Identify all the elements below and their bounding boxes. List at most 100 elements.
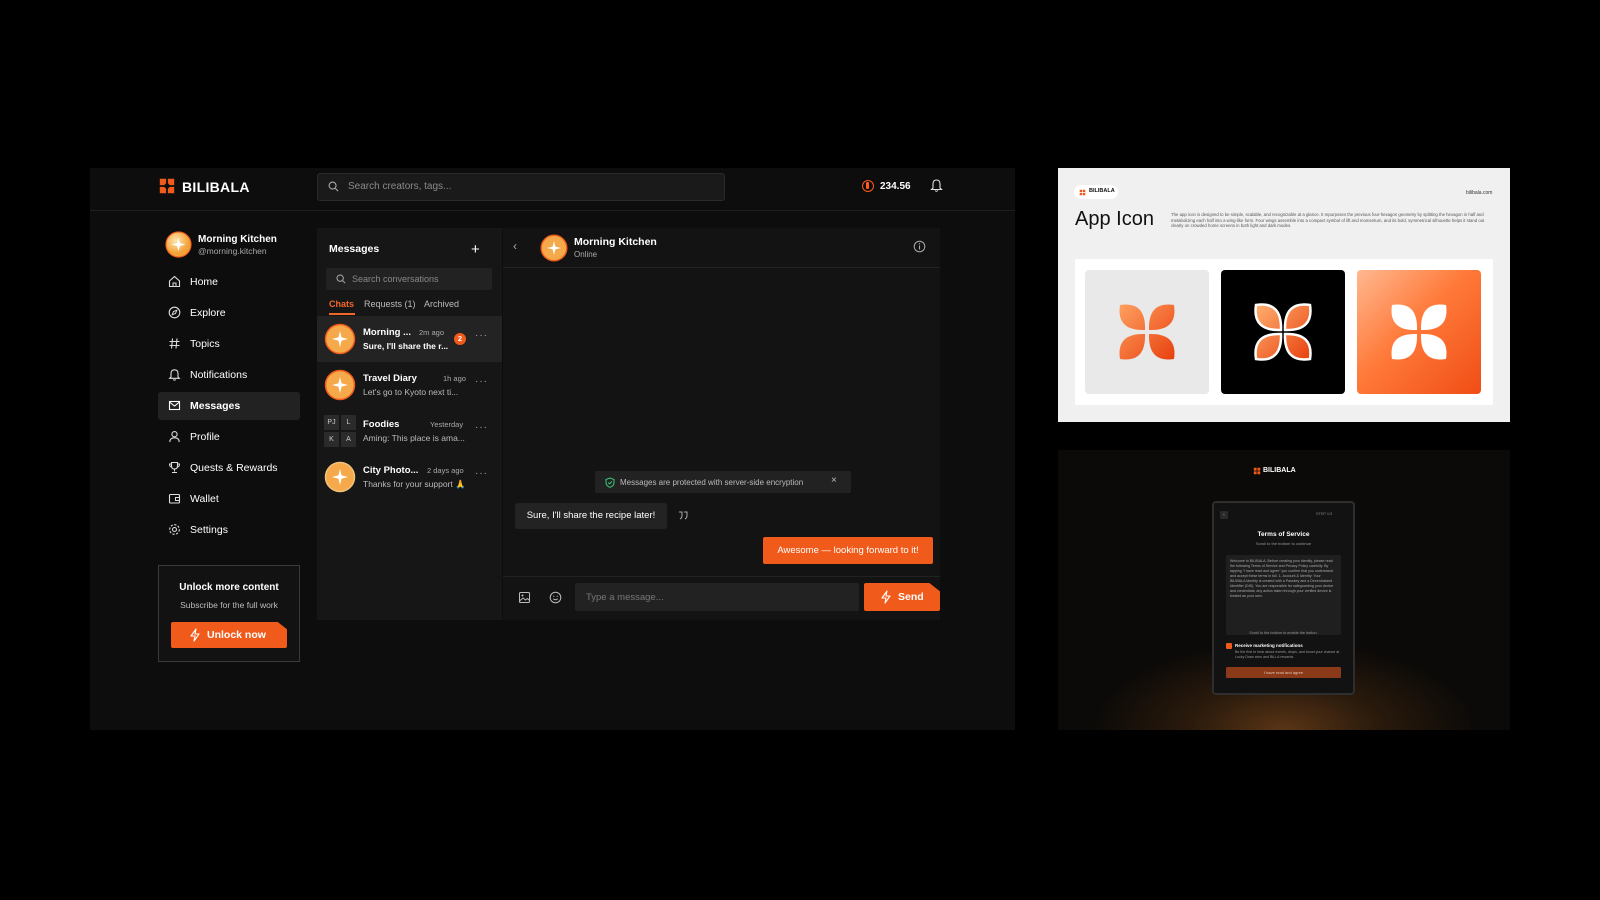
messages-title: Messages — [329, 243, 380, 255]
lightning-icon — [190, 628, 200, 642]
unlock-title: Unlock more content — [179, 582, 279, 593]
nav-home[interactable]: Home — [158, 268, 300, 296]
nav-profile[interactable]: Profile — [158, 423, 300, 451]
more-options-icon[interactable]: ··· — [475, 468, 488, 479]
terms-subtitle: Scroll to the bottom to continue — [1255, 541, 1312, 546]
top-bar: BILIBALA Search creators, tags... 234.56 — [90, 168, 1015, 211]
terms-title: Terms of Service — [1257, 531, 1310, 538]
message-input[interactable] — [575, 583, 859, 611]
agree-button[interactable]: I have read and agree — [1226, 667, 1341, 678]
search-icon — [328, 181, 339, 192]
tab-archived[interactable]: Archived — [424, 299, 459, 309]
unlock-subtitle: Subscribe for the full work — [180, 600, 278, 610]
nav-label: Wallet — [190, 493, 219, 505]
mail-icon — [168, 400, 181, 411]
compass-icon — [168, 306, 181, 319]
brand-name[interactable]: BILIBALA — [182, 179, 250, 195]
bell-icon — [168, 369, 181, 381]
conversation-preview: Sure, I'll share the r... — [363, 341, 449, 351]
close-icon[interactable]: × — [831, 475, 837, 486]
conversation-preview: Thanks for your support 🙏 — [363, 479, 466, 489]
send-label: Send — [898, 591, 924, 603]
conversation-item[interactable]: Morning ... 2m ago Sure, I'll share the … — [317, 316, 502, 362]
icon-panel-brand: BILIBALA — [1089, 188, 1115, 194]
tab-chats[interactable]: Chats — [329, 299, 354, 309]
shield-icon — [605, 477, 615, 488]
unread-badge: 2 — [454, 333, 466, 345]
active-tab-indicator — [329, 313, 355, 315]
unlock-card: Unlock more content Subscribe for the fu… — [158, 565, 300, 662]
nav-label: Topics — [190, 338, 220, 350]
notifications-bell-icon[interactable] — [930, 178, 943, 192]
chat-contact-name: Morning Kitchen — [574, 236, 657, 248]
gear-icon — [169, 524, 180, 535]
coin-balance[interactable]: 234.56 — [880, 181, 911, 192]
conversation-search-placeholder: Search conversations — [352, 274, 439, 284]
icon-tile-light — [1085, 270, 1209, 394]
phone-screen: ‹ STEP 1/3 Terms of Service Scroll to th… — [1212, 501, 1355, 695]
chat-pane: ‹ Morning Kitchen Online Messages are pr… — [503, 228, 940, 620]
nav-explore[interactable]: Explore — [158, 299, 300, 327]
brand-logo-icon — [159, 178, 175, 194]
chevron-left-icon[interactable]: ‹ — [513, 239, 517, 253]
nav-wallet[interactable]: Wallet — [158, 485, 300, 513]
icon-tile-gradient — [1357, 270, 1481, 394]
info-icon[interactable] — [913, 240, 926, 253]
nav-label: Profile — [190, 431, 220, 443]
more-options-icon[interactable]: ··· — [475, 422, 488, 433]
conversation-search-input[interactable]: Search conversations — [326, 268, 492, 290]
new-message-plus-icon[interactable]: + — [471, 241, 480, 258]
group-initial: A — [341, 432, 356, 447]
send-button[interactable]: Send — [864, 583, 940, 611]
profile-avatar[interactable] — [165, 231, 192, 258]
reply-quote-icon[interactable] — [678, 511, 688, 520]
nav-label: Quests & Rewards — [190, 462, 278, 474]
tab-requests[interactable]: Requests (1) — [364, 299, 416, 309]
app-window: BILIBALA Search creators, tags... 234.56… — [90, 168, 1015, 730]
image-attach-icon[interactable] — [518, 591, 531, 604]
nav-quests[interactable]: Quests & Rewards — [158, 454, 300, 482]
group-initial: K — [324, 432, 339, 447]
more-options-icon[interactable]: ··· — [475, 376, 488, 387]
app-icon-light — [1119, 304, 1175, 360]
group-initial: PJ — [324, 415, 339, 430]
nav-label: Messages — [190, 400, 241, 412]
terms-hint: Scroll to the bottom to enable the butto… — [1249, 631, 1318, 635]
chat-avatar[interactable] — [540, 234, 568, 262]
conversation-item[interactable]: City Photo... 2 days ago Thanks for your… — [317, 454, 502, 500]
nav-notifications[interactable]: Notifications — [158, 361, 300, 389]
terms-body[interactable]: Welcome to BILIBALA. Before creating you… — [1226, 555, 1341, 635]
terms-brand: BILIBALA — [1263, 467, 1296, 474]
outgoing-message-bubble: Awesome — looking forward to it! — [763, 537, 933, 564]
marketing-checkbox-description: Be the first to hear about events, drops… — [1235, 650, 1340, 659]
conversation-preview: Let's go to Kyoto next ti... — [363, 387, 459, 397]
group-avatar: PJ L K A — [324, 415, 356, 447]
icon-variants — [1075, 259, 1493, 405]
icon-panel-url: bilibala.com — [1466, 190, 1493, 196]
group-initial: L — [341, 415, 356, 430]
conversation-item[interactable]: Travel Diary 1h ago Let's go to Kyoto ne… — [317, 362, 502, 408]
conversation-time: Yesterday — [430, 420, 464, 429]
nav-settings[interactable]: Settings — [158, 516, 300, 544]
global-search[interactable]: Search creators, tags... — [317, 173, 725, 201]
chevron-left-icon[interactable]: ‹ — [1220, 511, 1228, 519]
icon-panel-description: The app icon is designed to be simple, s… — [1171, 212, 1485, 228]
hash-icon — [169, 338, 180, 349]
chat-header: ‹ Morning Kitchen Online — [503, 228, 940, 268]
conversation-time: 2m ago — [419, 328, 445, 337]
marketing-checkbox[interactable] — [1226, 643, 1232, 649]
home-icon — [168, 275, 181, 288]
unlock-now-button[interactable]: Unlock now — [171, 622, 287, 648]
nav-messages[interactable]: Messages — [158, 392, 300, 420]
avatar — [324, 461, 356, 493]
icon-panel-brand-pill: BILIBALA — [1074, 185, 1118, 199]
nav-topics[interactable]: Topics — [158, 330, 300, 358]
more-options-icon[interactable]: ··· — [475, 330, 488, 341]
conversation-preview: Aming: This place is ama... — [363, 433, 465, 443]
emoji-icon[interactable] — [549, 591, 562, 604]
profile-name: Morning Kitchen — [198, 234, 277, 245]
avatar — [324, 369, 356, 401]
lightning-icon — [881, 590, 891, 604]
conversation-list-panel: Messages + Search conversations Chats Re… — [317, 228, 502, 620]
conversation-item[interactable]: PJ L K A Foodies Yesterday Aming: This p… — [317, 408, 502, 454]
